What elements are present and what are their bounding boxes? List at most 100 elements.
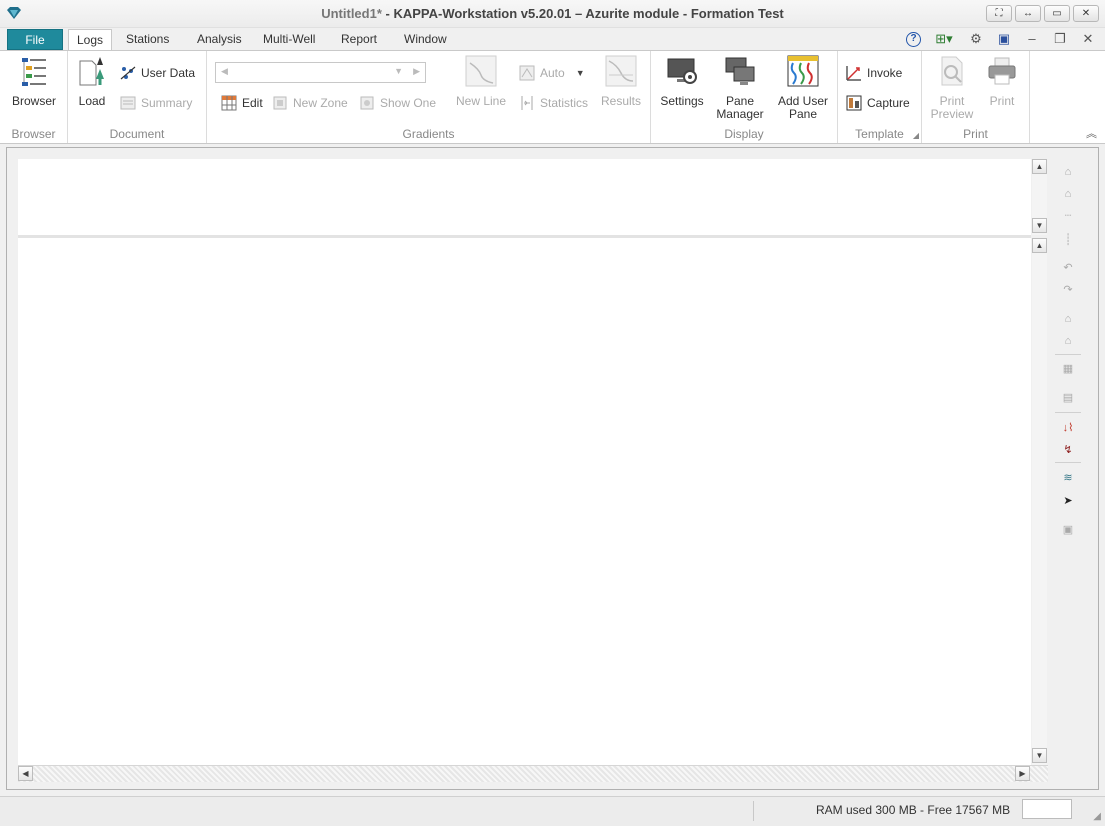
- status-indicator-box: [1022, 799, 1072, 819]
- summary-label: Summary: [141, 96, 193, 110]
- show-one-label: Show One: [380, 96, 437, 110]
- load-label: Load: [78, 94, 106, 108]
- log-scroll-up-icon[interactable]: ▲: [1032, 238, 1047, 253]
- tab-logs[interactable]: Logs: [68, 29, 113, 51]
- options-gear-icon[interactable]: ⚙: [967, 30, 985, 48]
- group-print: Print Preview Print Print: [922, 51, 1030, 143]
- export-page-icon[interactable]: ▣: [1059, 521, 1077, 539]
- document-frame: ▲ ▼ ▲ ▼ ◀ ▶: [6, 147, 1099, 790]
- status-bar: RAM used 300 MB - Free 17567 MB ◢: [0, 796, 1105, 826]
- resize-grip-icon[interactable]: ◢: [1093, 811, 1101, 822]
- add-user-pane-button[interactable]: Add User Pane: [773, 55, 833, 121]
- results-button[interactable]: Results: [596, 55, 646, 108]
- show-one-button[interactable]: Show One: [359, 93, 436, 113]
- invoke-label: Invoke: [867, 66, 903, 80]
- curve-split-icon[interactable]: ↯: [1059, 441, 1077, 459]
- fullscreen-button[interactable]: ⛶: [986, 5, 1012, 22]
- new-line-button[interactable]: New Line: [451, 55, 511, 108]
- header-scroll-down-icon[interactable]: ▼: [1032, 218, 1047, 233]
- collapse-ribbon-icon[interactable]: ︽: [1086, 125, 1097, 141]
- zoom-home-icon[interactable]: ⌂: [1059, 163, 1077, 181]
- vertical-dotted-icon[interactable]: ┊: [1059, 231, 1077, 249]
- printer-icon: [988, 57, 1016, 85]
- group-label-gradients: Gradients: [402, 127, 455, 141]
- statistics-label: Statistics: [540, 96, 589, 110]
- show-one-icon: [360, 96, 374, 110]
- ribbon-tabs: File Logs Stations Analysis Multi-Well R…: [0, 28, 1105, 51]
- load-button[interactable]: Load: [74, 55, 110, 108]
- auto-button[interactable]: Auto ▼: [519, 63, 585, 83]
- grid-icon[interactable]: ▦: [1059, 360, 1077, 378]
- settings-button[interactable]: Settings: [657, 55, 707, 108]
- tab-stations[interactable]: Stations: [118, 29, 177, 50]
- auto-dropdown-arrow-icon[interactable]: ▼: [576, 68, 585, 78]
- zoom-out-icon[interactable]: ⌂: [1059, 332, 1077, 350]
- new-line-label: New Line: [455, 94, 507, 108]
- restore-doc-icon[interactable]: ❐: [1051, 30, 1069, 48]
- capture-button[interactable]: Capture: [846, 93, 910, 113]
- help-icon[interactable]: ?: [906, 31, 921, 47]
- close-doc-icon[interactable]: ✕: [1079, 30, 1097, 48]
- tab-window[interactable]: Window: [396, 29, 455, 50]
- combo-dropdown-icon[interactable]: ▼: [394, 66, 403, 76]
- maximize-button[interactable]: ▭: [1044, 5, 1070, 22]
- depth-curve-icon[interactable]: ↓⌇: [1059, 419, 1077, 437]
- pointer-cursor-icon[interactable]: ➤: [1059, 492, 1077, 510]
- redo-icon[interactable]: ↷: [1059, 281, 1077, 299]
- tab-multi-well[interactable]: Multi-Well: [255, 29, 323, 50]
- horizontal-scrollbar[interactable]: ◀ ▶: [18, 765, 1048, 782]
- edit-button[interactable]: Edit: [221, 93, 263, 113]
- add-user-pane-label-2: Pane: [788, 107, 818, 121]
- tab-analysis[interactable]: Analysis: [189, 29, 250, 50]
- combo-right-arrow-icon[interactable]: ▶: [413, 66, 420, 77]
- new-zone-button[interactable]: New Zone: [272, 93, 348, 113]
- combo-left-arrow-icon[interactable]: ◀: [221, 66, 228, 77]
- tab-report[interactable]: Report: [333, 29, 385, 50]
- app-title: - KAPPA-Workstation v5.20.01 – Azurite m…: [381, 6, 784, 21]
- header-pane: [18, 159, 1031, 235]
- capture-icon: [846, 95, 862, 111]
- new-zone-label: New Zone: [293, 96, 348, 110]
- track-icon[interactable]: ▤: [1059, 389, 1077, 407]
- group-document: Load User Data Summary Document: [68, 51, 207, 143]
- toolbar-separator: [1055, 462, 1081, 463]
- invoke-button[interactable]: Invoke: [846, 63, 902, 83]
- gradient-selector-combo[interactable]: ◀ ▼ ▶: [215, 62, 426, 83]
- template-dialog-launcher-icon[interactable]: ◢: [913, 131, 919, 140]
- group-browser: Browser Browser: [0, 51, 68, 143]
- close-window-button[interactable]: ✕: [1073, 5, 1099, 22]
- scroll-right-icon[interactable]: ▶: [1015, 766, 1030, 781]
- statistics-button[interactable]: Statistics: [519, 93, 588, 113]
- chart-layers-icon[interactable]: ≋: [1059, 469, 1077, 487]
- statistics-icon: [521, 96, 533, 110]
- browser-button[interactable]: Browser: [6, 55, 62, 108]
- group-template: Invoke Capture Template ◢: [838, 51, 922, 143]
- save-icon[interactable]: ▣: [995, 30, 1013, 48]
- log-pane-vscroll[interactable]: ▲ ▼: [1032, 238, 1047, 765]
- dotted-line-icon[interactable]: ┈: [1059, 207, 1077, 225]
- window-title: Untitled1* - KAPPA-Workstation v5.20.01 …: [0, 6, 1105, 21]
- log-pane: [18, 238, 1031, 765]
- tab-file[interactable]: File: [7, 29, 63, 50]
- header-pane-vscroll[interactable]: ▲ ▼: [1032, 159, 1047, 235]
- results-label: Results: [600, 94, 641, 108]
- minimize-doc-icon[interactable]: –: [1023, 30, 1041, 48]
- zoom-in-icon[interactable]: ⌂: [1059, 310, 1077, 328]
- pane-manager-button[interactable]: Pane Manager: [714, 55, 766, 121]
- print-preview-button[interactable]: Print Preview: [926, 55, 978, 121]
- summary-button[interactable]: Summary: [120, 93, 192, 113]
- zoom-fit-icon[interactable]: ⌂: [1059, 185, 1077, 203]
- capture-label: Capture: [867, 96, 910, 110]
- resize-button[interactable]: ↔: [1015, 5, 1041, 22]
- auto-icon: [519, 65, 535, 81]
- scroll-left-icon[interactable]: ◀: [18, 766, 33, 781]
- user-data-button[interactable]: User Data: [120, 63, 195, 83]
- network-dropdown-icon[interactable]: ⊞▾: [931, 30, 957, 48]
- pane-manager-icon: [725, 57, 755, 85]
- log-scroll-down-icon[interactable]: ▼: [1032, 748, 1047, 763]
- header-scroll-up-icon[interactable]: ▲: [1032, 159, 1047, 174]
- toolbar-separator: [1055, 412, 1081, 413]
- undo-icon[interactable]: ↶: [1059, 259, 1077, 277]
- pane-manager-label-2: Manager: [716, 107, 764, 121]
- print-button[interactable]: Print: [980, 55, 1024, 108]
